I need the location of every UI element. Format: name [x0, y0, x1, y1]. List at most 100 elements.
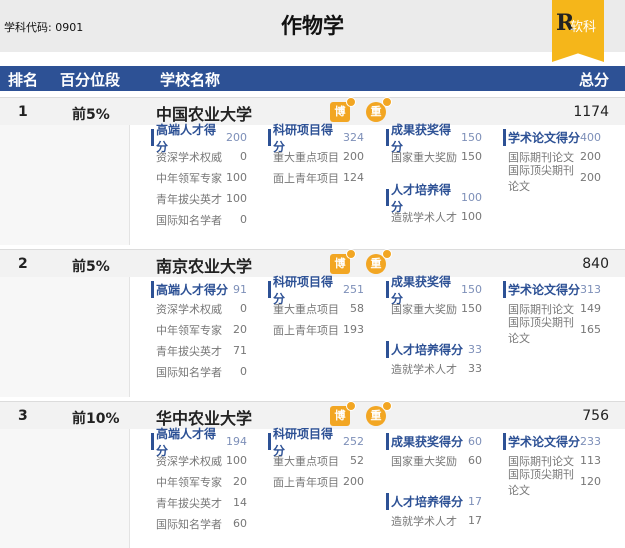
group-value: 100 [461, 191, 482, 204]
score-item: 资深学术权威 0 [151, 146, 247, 167]
score-item-label: 资深学术权威 [156, 150, 222, 164]
score-item: 面上青年项目 124 [268, 167, 364, 188]
group-value: 200 [226, 131, 247, 144]
percentile-band: 前10% [72, 411, 120, 427]
score-item-label: 面上青年项目 [273, 323, 339, 337]
column-school: 学校名称 [160, 71, 221, 89]
score-item-value: 33 [468, 362, 482, 375]
score-item-label: 国际知名学者 [156, 365, 222, 379]
talent-score-group: 高端人才得分 200 资深学术权威 0 中年领军专家 100 青年拔尖英才 100 国际知名学者… [151, 123, 247, 230]
score-item: 国际顶尖期刊论文 165 [503, 316, 601, 345]
table-header: 排名 百分位段 学校名称 总分 [0, 66, 625, 91]
group-header: 科研项目得分 324 [268, 123, 364, 154]
score-item-label: 造就学术人才 [391, 362, 457, 376]
score-item-label: 青年拔尖英才 [156, 344, 222, 358]
score-item-label: 国际知名学者 [156, 213, 222, 227]
research-project-score-group: 科研项目得分 252 重大重点项目 52 面上青年项目 200 [268, 427, 364, 492]
column-percentile: 百分位段 [60, 71, 121, 89]
score-item: 造就学术人才 100 [386, 206, 482, 227]
score-item: 面上青年项目 193 [268, 319, 364, 340]
details-spacer [0, 429, 130, 548]
group-header: 学术论文得分 233 [503, 433, 601, 450]
score-item-value: 52 [350, 454, 364, 467]
percentile-band: 前5% [72, 107, 110, 123]
score-item-value: 120 [580, 475, 601, 488]
top-bar: 学科代码: 0901 作物学 R 软科 [0, 0, 625, 62]
score-item: 中年领军专家 100 [151, 167, 247, 188]
total-score: 1174 [573, 104, 609, 120]
zhong-badge-icon: 重 [366, 249, 392, 274]
score-item-value: 149 [580, 302, 601, 315]
score-item-label: 面上青年项目 [273, 171, 339, 185]
talent-score-group: 高端人才得分 194 资深学术权威 100 中年领军专家 20 青年拔尖英才 14 国际知名学者… [151, 427, 247, 534]
score-item: 资深学术权威 100 [151, 450, 247, 471]
training-score-group: 人才培养得分 17 造就学术人才 17 [386, 493, 482, 531]
group-value: 60 [468, 435, 482, 448]
group-header: 人才培养得分 33 [386, 341, 482, 358]
group-label: 人才培养得分 [391, 495, 464, 509]
score-details: 高端人才得分 200 资深学术权威 0 中年领军专家 100 青年拔尖英才 100 国际知名学者… [0, 123, 625, 245]
score-item-label: 青年拔尖英才 [156, 496, 222, 510]
rank-number: 3 [18, 408, 28, 424]
total-score: 756 [582, 408, 609, 424]
score-item-label: 国家重大奖励 [391, 302, 457, 316]
group-header: 成果获奖得分 150 [386, 275, 482, 306]
score-item-value: 0 [240, 365, 247, 378]
score-item: 青年拔尖英才 14 [151, 492, 247, 513]
group-label: 学术论文得分 [508, 131, 581, 145]
score-item-label: 重大重点项目 [273, 150, 339, 164]
score-item-value: 60 [468, 454, 482, 467]
score-item-value: 58 [350, 302, 364, 315]
score-item-value: 200 [580, 150, 601, 163]
group-value: 150 [461, 283, 482, 296]
group-header: 高端人才得分 91 [151, 281, 247, 298]
group-value: 400 [580, 131, 601, 144]
score-item: 国家重大奖励 150 [386, 298, 482, 319]
bo-badge-icon: 博 [330, 97, 356, 122]
training-score-group: 人才培养得分 100 造就学术人才 100 [386, 183, 482, 227]
research-project-score-group: 科研项目得分 324 重大重点项目 200 面上青年项目 124 [268, 123, 364, 188]
group-header: 学术论文得分 313 [503, 281, 601, 298]
paper-score-group: 学术论文得分 400 国际期刊论文 200 国际顶尖期刊论文 200 [503, 129, 601, 193]
paper-score-group: 学术论文得分 233 国际期刊论文 113 国际顶尖期刊论文 120 [503, 433, 601, 497]
score-item-label: 中年领军专家 [156, 171, 222, 185]
group-header: 高端人才得分 200 [151, 123, 247, 154]
training-score-group: 人才培养得分 33 造就学术人才 33 [386, 341, 482, 379]
score-item: 造就学术人才 33 [386, 358, 482, 379]
score-item-value: 200 [343, 150, 364, 163]
score-item-value: 0 [240, 150, 247, 163]
score-item: 国际顶尖期刊论文 120 [503, 468, 601, 497]
zhong-badge-icon: 重 [366, 401, 392, 426]
group-header: 成果获奖得分 150 [386, 123, 482, 154]
group-value: 251 [343, 283, 364, 296]
award-score-group: 成果获奖得分 150 国家重大奖励 150 [386, 275, 482, 319]
school-name[interactable]: 南京农业大学 [156, 253, 252, 277]
score-item-value: 20 [233, 475, 247, 488]
score-item-value: 71 [233, 344, 247, 357]
score-item: 重大重点项目 200 [268, 146, 364, 167]
column-total: 总分 [578, 71, 609, 89]
score-item-value: 100 [226, 454, 247, 467]
group-value: 150 [461, 131, 482, 144]
page-title: 作物学 [281, 14, 344, 38]
score-item-value: 14 [233, 496, 247, 509]
column-rank: 排名 [8, 71, 39, 89]
score-item-label: 中年领军专家 [156, 475, 222, 489]
score-item: 国际知名学者 0 [151, 361, 247, 382]
group-header: 人才培养得分 17 [386, 493, 482, 510]
score-item-value: 165 [580, 323, 601, 336]
score-item: 青年拔尖英才 100 [151, 188, 247, 209]
group-label: 成果获奖得分 [391, 435, 464, 449]
score-item-label: 国家重大奖励 [391, 150, 457, 164]
score-item-label: 造就学术人才 [391, 514, 457, 528]
group-value: 313 [580, 283, 601, 296]
score-item: 面上青年项目 200 [268, 471, 364, 492]
score-item: 国际知名学者 60 [151, 513, 247, 534]
score-item-value: 113 [580, 454, 601, 467]
score-item-label: 重大重点项目 [273, 302, 339, 316]
group-label: 学术论文得分 [508, 435, 581, 449]
score-item: 国际知名学者 0 [151, 209, 247, 230]
score-item-value: 100 [461, 210, 482, 223]
total-score: 840 [582, 256, 609, 272]
score-item-label: 造就学术人才 [391, 210, 457, 224]
